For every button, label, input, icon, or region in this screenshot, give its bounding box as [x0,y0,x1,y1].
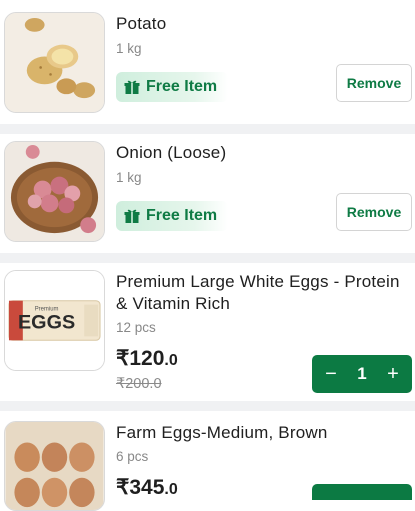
item-price: ₹120.0 [116,346,178,371]
price-main: ₹120 [116,347,165,370]
quantity-stepper: − 1 + [312,355,412,393]
item-quantity: 6 pcs [116,449,149,464]
price-main: ₹345 [116,476,165,499]
price-decimal: .0 [164,481,178,498]
eggs-carton-image: EGGS Premium [4,270,105,371]
minus-icon[interactable]: − [322,363,340,386]
potato-image [4,12,105,113]
item-mrp: ₹200.0 [116,376,162,392]
free-item-badge: Free Item [116,201,228,231]
item-quantity: 1 kg [116,170,142,185]
remove-button[interactable]: Remove [336,64,412,102]
section-divider [0,401,415,411]
gift-icon [124,80,140,94]
item-title-line1: Premium Large White Eggs - Protein [116,272,400,291]
item-title-line2: & Vitamin Rich [116,294,230,313]
onion-image [4,141,105,242]
gift-icon [124,209,140,223]
item-price: ₹345.0 [116,475,178,500]
remove-button[interactable]: Remove [336,193,412,231]
item-title: Farm Eggs-Medium, Brown [116,423,328,442]
item-quantity: 12 pcs [116,320,156,335]
item-title: Onion (Loose) [116,143,227,162]
free-item-label: Free Item [146,207,218,224]
carton-eggs-label: EGGS [18,311,75,333]
carton-brand-label: Premium [35,307,59,313]
item-title: Potato [116,14,167,33]
item-quantity: 1 kg [116,41,142,56]
quantity-count: 1 [357,364,367,383]
section-divider [0,253,415,263]
farm-eggs-image [4,421,105,511]
section-divider [0,124,415,134]
add-button-partial[interactable] [312,484,412,500]
free-item-label: Free Item [146,78,218,95]
free-item-badge: Free Item [116,72,228,102]
price-decimal: .0 [164,352,178,369]
plus-icon[interactable]: + [384,363,402,386]
